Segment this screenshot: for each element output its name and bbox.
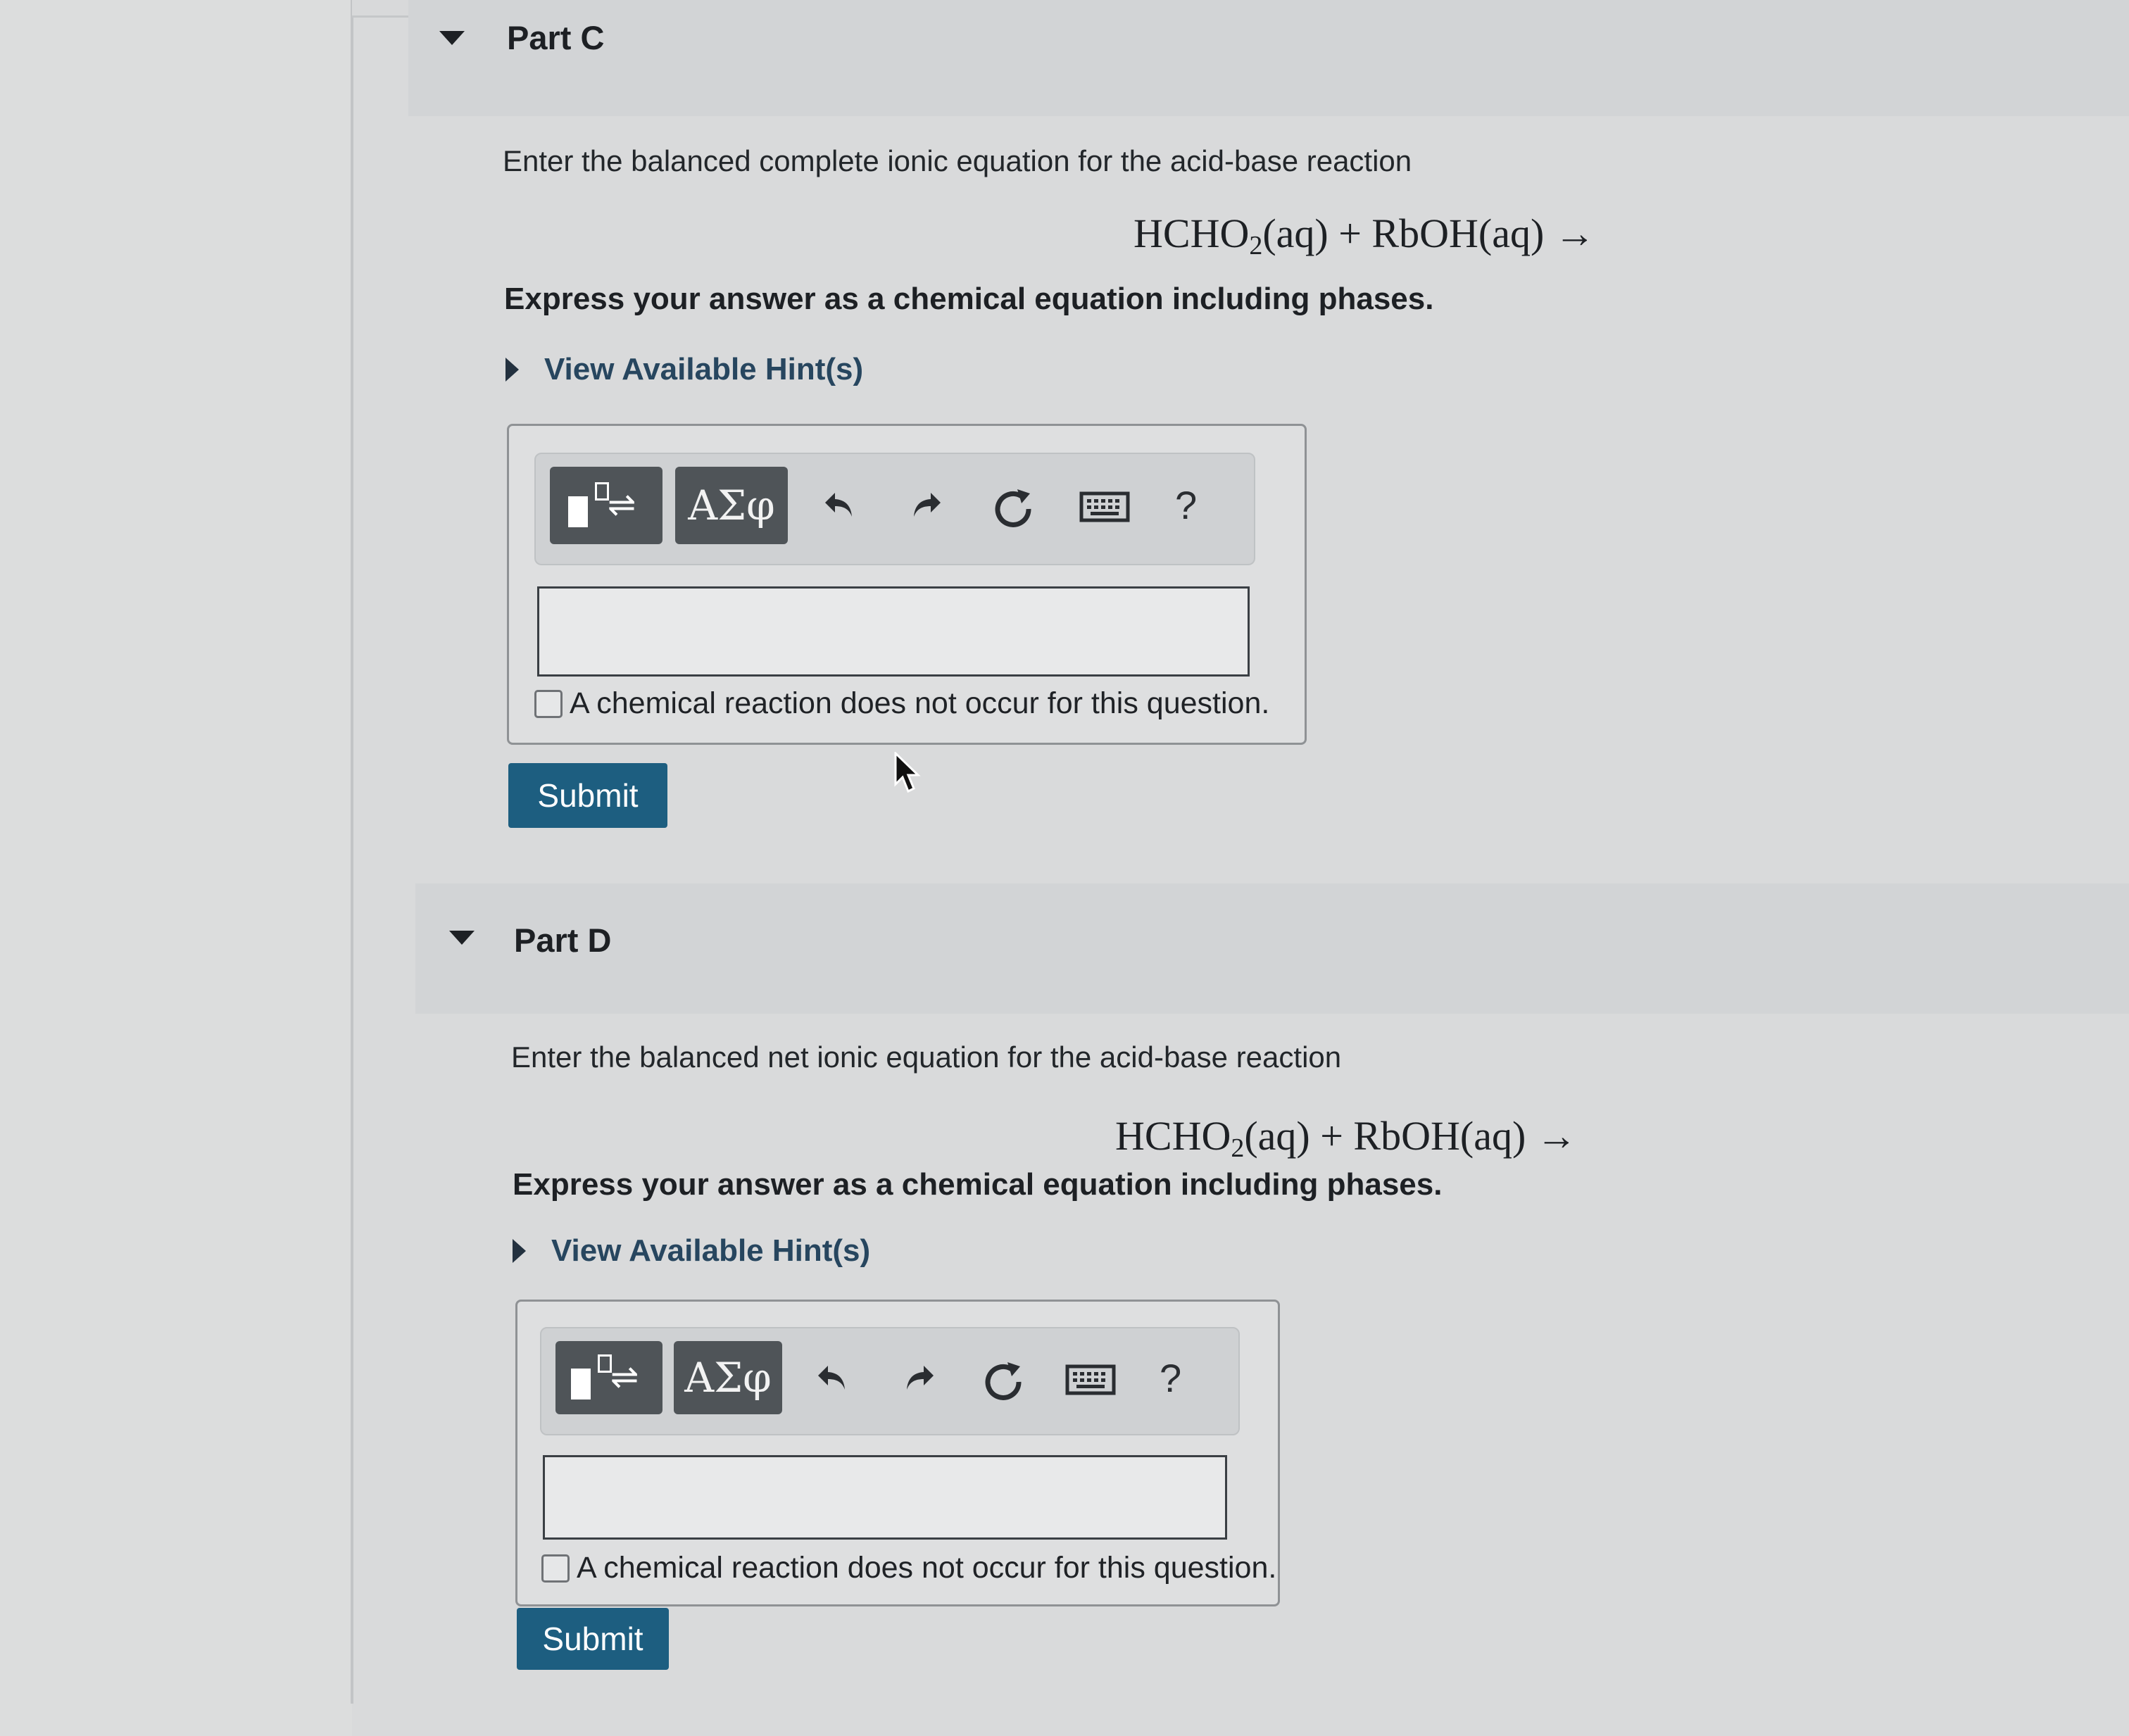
no-reaction-checkbox[interactable] [534,689,563,718]
redo-icon[interactable] [893,1354,943,1403]
greek-symbols-button[interactable]: ΑΣφ [675,467,788,544]
keyboard-icon[interactable] [1076,485,1133,529]
expand-arrow-icon [505,358,519,382]
template-button[interactable]: ⇌ [555,1341,662,1414]
no-reaction-label[interactable]: A chemical reaction does not occur for t… [570,686,1269,721]
part-d-math-toolbar: ⇌ ΑΣφ ? [540,1327,1240,1435]
part-d-header[interactable] [415,883,2129,1014]
equation-subscript: 2 [1249,231,1263,260]
help-icon[interactable]: ? [1160,1355,1181,1401]
template-icon: ⇌ [567,1346,651,1409]
part-d-no-reaction-option[interactable]: A chemical reaction does not occur for t… [541,1551,1276,1585]
help-icon[interactable]: ? [1175,482,1197,528]
template-icon: ⇌ [564,474,648,537]
equation-subscript: 2 [1231,1133,1245,1163]
undo-icon[interactable] [816,481,865,530]
left-margin [0,0,352,1736]
part-c-instruction: Express your answer as a chemical equati… [504,282,1434,316]
part-c-answer-input[interactable] [537,586,1250,677]
part-c-title[interactable]: Part C [507,18,604,57]
expand-arrow-icon [513,1239,526,1263]
undo-icon[interactable] [809,1354,858,1403]
equation-rest: (aq) + RbOH(aq) → [1262,210,1595,256]
part-c-header[interactable] [408,0,2129,116]
reset-icon[interactable] [986,481,1040,534]
part-d-collapse-icon[interactable] [449,931,475,945]
mouse-cursor-icon [893,750,921,798]
part-d-title[interactable]: Part D [514,921,611,960]
part-d-prompt: Enter the balanced net ionic equation fo… [511,1040,1342,1074]
left-divider [351,0,353,1704]
part-d-hint-toggle[interactable]: View Available Hint(s) [513,1233,870,1269]
part-c-hint-label[interactable]: View Available Hint(s) [544,352,863,387]
equation-rest: (aq) + RbOH(aq) → [1244,1113,1577,1159]
part-d-equation: HCHO2(aq) + RbOH(aq) → [1115,1112,1577,1164]
part-d-hint-label[interactable]: View Available Hint(s) [551,1233,870,1269]
reset-icon[interactable] [976,1354,1030,1407]
template-button[interactable]: ⇌ [550,467,662,544]
no-reaction-checkbox[interactable] [541,1554,570,1583]
part-c-submit-button[interactable]: Submit [508,763,667,828]
part-d-submit-button[interactable]: Submit [517,1608,669,1670]
redo-icon[interactable] [900,481,950,530]
equation-formula: HCHO [1115,1113,1231,1159]
part-d-answer-input[interactable] [543,1455,1227,1540]
part-c-prompt: Enter the balanced complete ionic equati… [503,144,1412,177]
part-c-math-toolbar: ⇌ ΑΣφ ? [534,453,1255,565]
greek-symbols-button[interactable]: ΑΣφ [674,1341,782,1414]
part-c-equation: HCHO2(aq) + RbOH(aq) → [1133,210,1595,261]
part-d-instruction: Express your answer as a chemical equati… [513,1167,1443,1202]
part-d-answer-panel: ⇌ ΑΣφ ? A chemical reaction does not occ… [515,1300,1280,1606]
part-c-collapse-icon[interactable] [439,31,465,45]
part-c-no-reaction-option[interactable]: A chemical reaction does not occur for t… [534,686,1269,721]
part-c-answer-panel: ⇌ ΑΣφ ? A chemical reaction does not occ… [507,424,1307,745]
no-reaction-label[interactable]: A chemical reaction does not occur for t… [577,1551,1276,1585]
keyboard-icon[interactable] [1062,1358,1119,1402]
part-c-hint-toggle[interactable]: View Available Hint(s) [505,352,863,387]
equation-formula: HCHO [1133,210,1250,256]
